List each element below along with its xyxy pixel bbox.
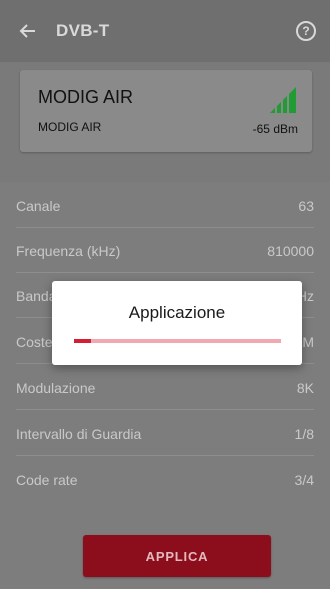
param-row-modulation[interactable]: Modulazione 8K: [16, 366, 314, 410]
signal-strength-icon: [270, 87, 296, 113]
param-value: 1/8: [294, 425, 314, 442]
param-label: Frequenza (kHz): [16, 242, 121, 259]
progress-dialog: Applicazione: [52, 281, 302, 365]
param-label: Canale: [16, 197, 61, 214]
param-label: Banda: [16, 287, 57, 304]
back-button[interactable]: [0, 0, 56, 62]
param-value: 8K: [296, 379, 314, 396]
param-value: 63: [298, 197, 314, 214]
param-value: 3/4: [294, 472, 314, 488]
app-bar: DVB-T ?: [0, 0, 330, 62]
param-value: 810000: [267, 242, 314, 259]
param-row-code-rate[interactable]: Code rate 3/4: [16, 458, 314, 502]
param-row-frequency[interactable]: Frequenza (kHz) 810000: [16, 229, 314, 273]
channel-card[interactable]: MODIG AIR MODIG AIR -65 dBm: [20, 70, 312, 152]
param-row-guard-interval[interactable]: Intervallo di Guardia 1/8: [16, 412, 314, 456]
progress-track: [74, 339, 281, 343]
progress-fill: [74, 339, 91, 343]
param-row-channel[interactable]: Canale 63: [16, 184, 314, 228]
arrow-left-icon: [19, 24, 35, 38]
apply-button[interactable]: APPLICA: [83, 535, 271, 577]
channel-name: MODIG AIR: [38, 87, 134, 107]
param-label: Intervallo di Guardia: [16, 425, 142, 442]
page-title: DVB-T: [56, 21, 110, 40]
channel-subname: MODIG AIR: [38, 120, 102, 134]
signal-level: -65 dBm: [252, 122, 298, 136]
screen: DVB-T ? MODIG AIR MODIG AIR -65 dBm Cana…: [0, 0, 330, 589]
dialog-title: Applicazione: [128, 303, 226, 322]
help-circle-icon: ?: [302, 24, 310, 38]
param-label: Code rate: [16, 472, 78, 488]
help-button[interactable]: ?: [296, 21, 316, 41]
param-label: Modulazione: [16, 379, 96, 396]
